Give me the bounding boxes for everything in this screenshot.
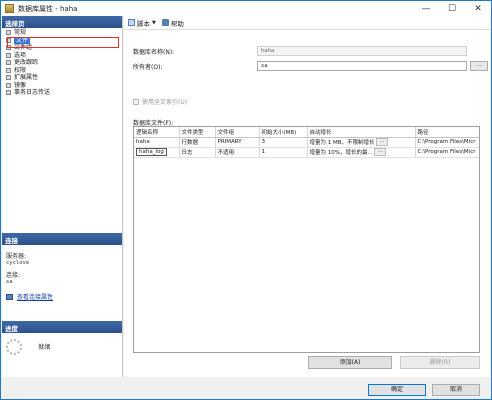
cell-initial-size[interactable]: 1 <box>259 147 308 158</box>
col-logical-name[interactable]: 逻辑名称 <box>134 127 180 138</box>
col-file-type[interactable]: 文件类型 <box>179 127 216 138</box>
help-icon <box>161 19 169 26</box>
page-icon <box>6 82 11 88</box>
page-icon <box>6 67 11 73</box>
cell-path: C:\Program Files\Micr <box>415 147 479 158</box>
left-panel: 选择页 常规 文件 文件组 选项 更改跟踪 权限 扩展属性 镜像 事务日志传送 … <box>2 16 123 377</box>
dialog-buttons: 确定 取消 <box>1 377 491 399</box>
add-button[interactable]: 添加(A) <box>308 356 392 369</box>
table-row[interactable]: haha 行数据 PRIMARY 3 增量为 1 MB，不限制增长 ... C:… <box>134 137 479 148</box>
owner-row: 所有者(O): sa ... <box>133 61 488 71</box>
database-files-grid: 逻辑名称 文件类型 文件组 初始大小(MB) 自动增长 路径 haha 行数据 … <box>133 126 480 353</box>
cell-path: C:\Program Files\Micr <box>415 137 479 148</box>
connection-info: 服务器: cyclove 连接: sa 查看连接属性 <box>6 247 118 301</box>
autogrowth-text: 增量为 1 MB，不限制增长 <box>309 139 375 146</box>
fulltext-row: 使用全文索引(U) <box>133 97 187 106</box>
toolbar: 脚本 ▼ 帮助 <box>124 16 490 30</box>
title-bar: 数据库属性 - haha — ☐ ✕ <box>1 1 491 16</box>
cancel-button[interactable]: 取消 <box>432 384 480 396</box>
connection-heading: 连接 <box>2 233 122 245</box>
cell-logical-name[interactable]: haha <box>134 137 180 148</box>
progress-status: 就绪 <box>38 344 51 351</box>
main-panel: 脚本 ▼ 帮助 数据库名称(N): haha 所有者(O): sa ... 使用… <box>124 16 490 377</box>
page-icon <box>6 60 11 66</box>
database-icon <box>5 4 14 13</box>
grid-header-row: 逻辑名称 文件类型 文件组 初始大小(MB) 自动增长 路径 <box>134 127 479 138</box>
page-item-options[interactable]: 选项 <box>4 52 120 60</box>
table-row[interactable]: haha_log 日志 不适用 1 增量为 10%，增长的最... ... C:… <box>134 147 479 158</box>
progress-heading: 进度 <box>2 321 122 333</box>
script-button[interactable]: 脚本 ▼ <box>128 18 156 28</box>
ok-button[interactable]: 确定 <box>368 384 426 396</box>
db-name-field: haha <box>257 46 467 56</box>
fulltext-label: 使用全文索引(U) <box>142 99 188 106</box>
server-value: cyclove <box>6 260 30 266</box>
page-icon <box>6 52 11 58</box>
view-connection-properties-link[interactable]: 查看连接属性 <box>6 292 118 301</box>
help-button[interactable]: 帮助 <box>161 18 184 28</box>
owner-label: 所有者(O): <box>133 63 163 71</box>
select-page-heading: 选择页 <box>2 16 122 28</box>
col-filegroup[interactable]: 文件组 <box>215 127 260 138</box>
connection-label: 连接: <box>6 272 21 279</box>
cell-file-type: 日志 <box>179 147 216 158</box>
page-item-change-tracking[interactable]: 更改跟踪 <box>4 59 120 67</box>
window-controls: — ☐ ✕ <box>413 1 491 16</box>
owner-browse-button[interactable]: ... <box>470 61 488 71</box>
page-item-permissions[interactable]: 权限 <box>4 67 120 75</box>
col-autogrowth[interactable]: 自动增长 <box>307 127 416 138</box>
properties-icon <box>6 293 13 300</box>
page-icon <box>6 75 11 81</box>
autogrowth-browse-button[interactable]: ... <box>374 148 387 156</box>
highlight-box <box>7 37 119 48</box>
script-icon <box>128 19 135 26</box>
cell-logical-name[interactable]: haha_log <box>134 147 180 158</box>
database-properties-window: 数据库属性 - haha — ☐ ✕ 选择页 常规 文件 文件组 选项 更改跟踪… <box>0 0 492 400</box>
owner-field[interactable]: sa <box>257 61 467 71</box>
col-initial-size[interactable]: 初始大小(MB) <box>259 127 308 138</box>
col-path[interactable]: 路径 <box>415 127 479 138</box>
page-item-extended-properties[interactable]: 扩展属性 <box>4 74 120 82</box>
autogrowth-text: 增量为 10%，增长的最... <box>309 149 373 156</box>
connection-value: sa <box>6 279 13 285</box>
remove-button[interactable]: 删除(R) <box>400 356 480 369</box>
db-name-label: 数据库名称(N): <box>133 48 175 56</box>
cell-autogrowth: 增量为 1 MB，不限制增长 ... <box>307 137 416 148</box>
page-item-mirroring[interactable]: 镜像 <box>4 82 120 90</box>
page-item-log-shipping[interactable]: 事务日志传送 <box>4 89 120 97</box>
cell-file-type: 行数据 <box>179 137 216 148</box>
cell-filegroup: 不适用 <box>215 147 260 158</box>
maximize-icon[interactable]: ☐ <box>439 1 465 16</box>
cell-autogrowth: 增量为 10%，增长的最... ... <box>307 147 416 158</box>
minimize-icon[interactable]: — <box>413 1 439 16</box>
page-icon <box>6 30 11 36</box>
chevron-down-icon: ▼ <box>152 19 156 26</box>
cell-initial-size[interactable]: 3 <box>259 137 308 148</box>
db-name-row: 数据库名称(N): haha <box>133 46 467 56</box>
cell-filegroup: PRIMARY <box>215 137 260 148</box>
window-title: 数据库属性 - haha <box>18 4 78 13</box>
close-icon[interactable]: ✕ <box>465 1 491 16</box>
progress-info: 就绪 <box>6 339 118 355</box>
fulltext-checkbox <box>133 98 139 105</box>
server-label: 服务器: <box>6 253 27 260</box>
progress-spinner-icon <box>6 339 22 355</box>
page-icon <box>6 90 11 96</box>
page-item-general[interactable]: 常规 <box>4 29 120 37</box>
logical-name-editor[interactable]: haha_log <box>136 148 167 156</box>
autogrowth-browse-button[interactable]: ... <box>376 138 389 146</box>
